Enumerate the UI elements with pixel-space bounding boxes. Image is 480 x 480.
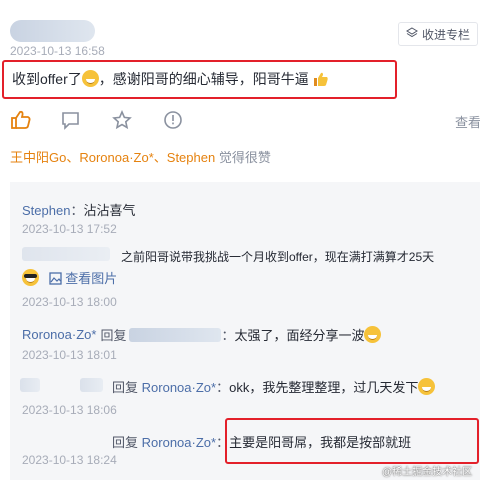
likes-names[interactable]: 王中阳Go、Roronoa·Zo*、Stephen xyxy=(10,150,215,165)
grin-emoji-icon xyxy=(418,378,436,395)
reply-date: 2023-10-13 18:01 xyxy=(22,348,117,362)
thumbs-up-emoji-icon xyxy=(313,71,329,87)
reply-date: 2023-10-13 17:52 xyxy=(22,222,117,236)
reply-separator: ： xyxy=(216,380,230,395)
highlight-box-reply xyxy=(225,418,479,464)
favorite-button[interactable] xyxy=(111,110,133,130)
reply-text: okk，我先整理整理，过几天发下 xyxy=(229,380,419,395)
reply-target[interactable]: Roronoa·Zo* xyxy=(142,380,216,395)
report-button[interactable] xyxy=(162,110,184,130)
blurred-username xyxy=(10,20,95,42)
grin-emoji-icon xyxy=(81,70,99,87)
blurred-username xyxy=(80,378,103,392)
post-text: 收到offer了 xyxy=(12,71,82,87)
reply-text: 太强了，面经分享一波 xyxy=(234,328,365,343)
collect-button-label: 收进专栏 xyxy=(421,27,470,42)
reply-item: 回复 Roronoa·Zo*：okk，我先整理整理，过几天发下 xyxy=(112,377,436,396)
post-content: 收到offer了 ，感谢阳哥的细心辅导，阳哥牛逼 xyxy=(12,69,329,89)
reply-date: 2023-10-13 18:00 xyxy=(22,295,117,309)
post-text-cont: ，感谢阳哥的细心辅导，阳哥牛逼 xyxy=(98,71,309,87)
layers-icon xyxy=(406,26,418,42)
blurred-avatar xyxy=(22,247,110,261)
blurred-username xyxy=(20,378,40,392)
sunglasses-emoji-icon xyxy=(22,269,39,286)
star-icon xyxy=(112,110,132,130)
collect-to-column-button[interactable]: 收进专栏 xyxy=(398,22,478,46)
view-image-link[interactable]: 查看图片 xyxy=(65,271,117,286)
reply-author[interactable]: Roronoa·Zo* xyxy=(22,327,96,342)
reply-word: 回复 xyxy=(112,435,139,450)
reply-separator: ： xyxy=(221,328,235,343)
like-button[interactable] xyxy=(10,110,32,130)
watermark: @稀土掘金技术社区 xyxy=(382,467,473,478)
likes-suffix: 觉得很赞 xyxy=(215,150,271,165)
reply-word: 回复 xyxy=(100,328,127,343)
reply-word: 回复 xyxy=(112,380,139,395)
reply-text: 沾沾喜气 xyxy=(83,203,136,218)
reply-item: Stephen：沾沾喜气 xyxy=(22,200,135,219)
reply-date: 2023-10-13 18:24 xyxy=(22,453,117,467)
reply-author[interactable]: Stephen xyxy=(22,203,70,218)
image-icon xyxy=(48,272,62,288)
reply-attachment-row: 查看图片 xyxy=(22,268,117,288)
reply-item: Roronoa·Zo* 回复 ： 太强了，面经分享一波 xyxy=(22,325,382,344)
thumbs-up-icon xyxy=(11,110,31,129)
grin-emoji-icon xyxy=(364,326,382,343)
comment-button[interactable] xyxy=(60,110,82,130)
reply-text: 之前阳哥说带我挑战一个月收到offer，现在满打满算才25天 xyxy=(121,250,435,264)
blurred-username xyxy=(129,327,222,342)
reply-separator: ： xyxy=(70,203,84,218)
likes-line: 王中阳Go、Roronoa·Zo*、Stephen 觉得很赞 xyxy=(10,147,271,166)
reply-date: 2023-10-13 18:06 xyxy=(22,403,117,417)
warning-icon xyxy=(164,111,182,129)
comment-icon xyxy=(62,112,79,130)
reply-target[interactable]: Roronoa·Zo* xyxy=(142,435,216,450)
post-date: 2023-10-13 16:58 xyxy=(10,44,105,58)
view-more-link[interactable]: 查看 xyxy=(455,112,480,131)
